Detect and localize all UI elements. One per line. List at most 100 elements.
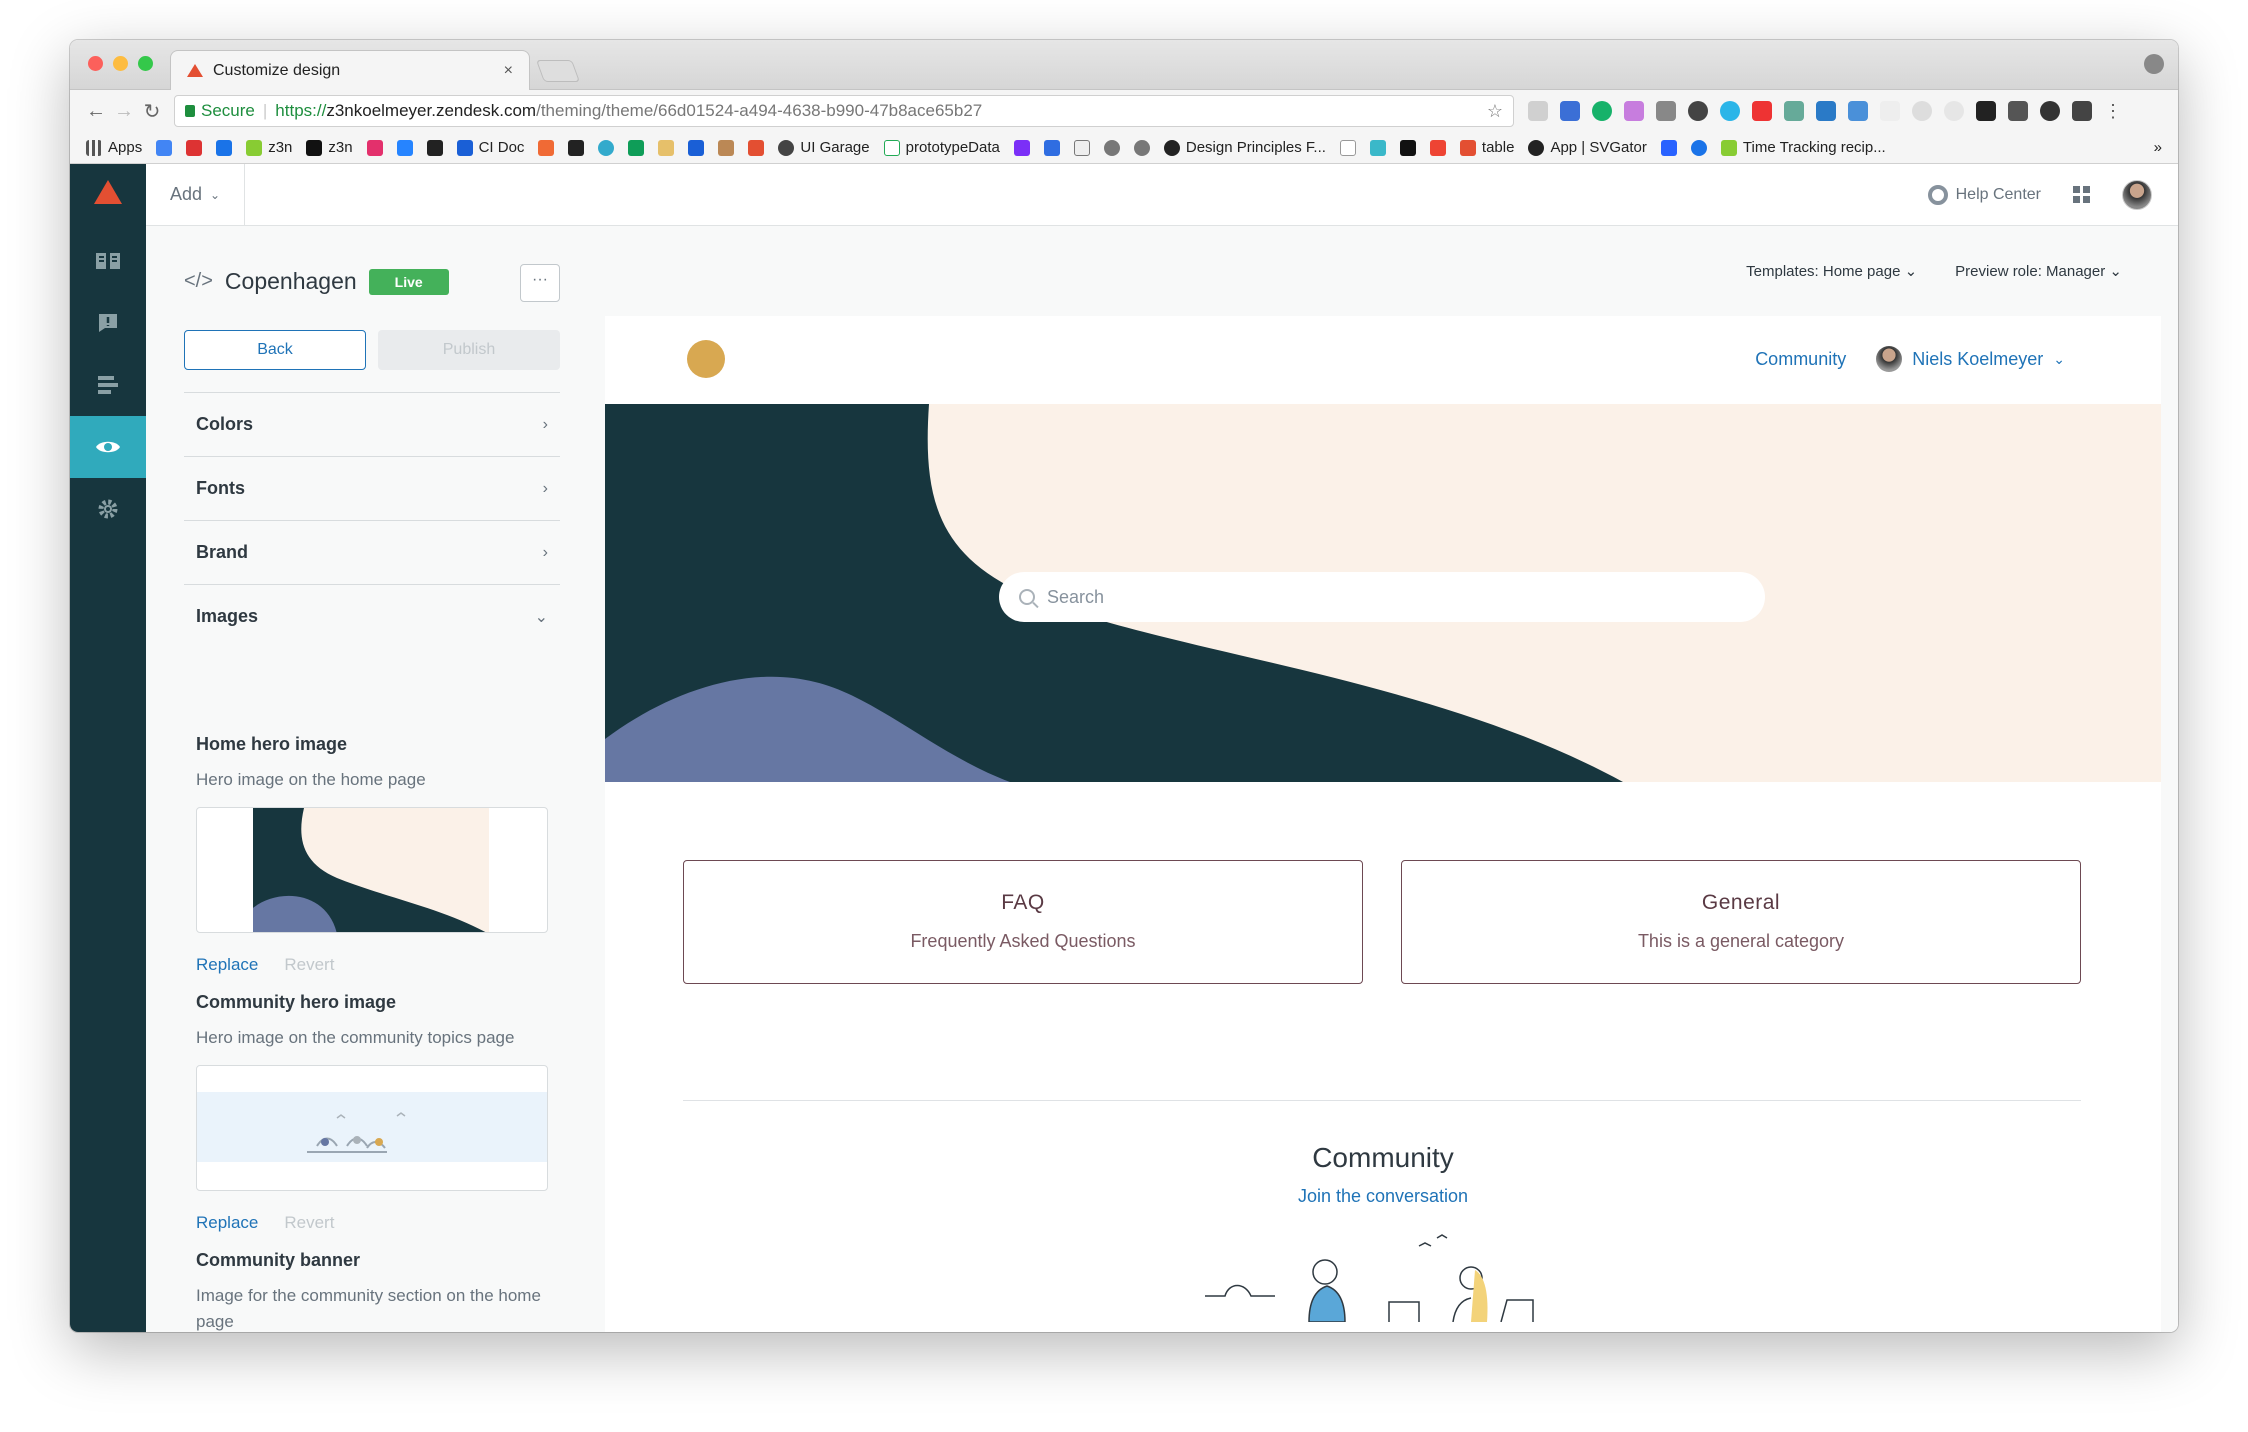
calendar-icon[interactable] — [216, 139, 233, 156]
trello-icon[interactable] — [426, 139, 443, 156]
site-logo[interactable] — [687, 340, 725, 378]
replace-link[interactable]: Replace — [196, 1213, 258, 1233]
new-tab-button[interactable] — [535, 60, 581, 82]
product-tray-icon[interactable] — [2073, 186, 2090, 203]
browser-menu-icon[interactable]: ⋮ — [2104, 101, 2122, 122]
accordion-images[interactable]: Images ⌄ — [184, 584, 560, 648]
extension-icon[interactable] — [598, 139, 615, 156]
accordion-brand[interactable]: Brand › — [184, 520, 560, 584]
tab-close-icon[interactable]: × — [504, 62, 513, 80]
user-menu[interactable]: Niels Koelmeyer ⌄ — [1876, 346, 2065, 372]
join-conversation-link[interactable]: Join the conversation — [605, 1186, 2161, 1207]
extension-icon[interactable] — [1043, 139, 1060, 156]
forward-arrow-icon[interactable]: → — [110, 100, 138, 123]
gmail-icon[interactable] — [186, 139, 203, 156]
apple-icon[interactable] — [1133, 139, 1150, 156]
grammarly-icon[interactable] — [1592, 101, 1612, 121]
extension-icon[interactable] — [1560, 101, 1580, 121]
settings-gear-icon[interactable] — [70, 478, 146, 540]
extension-icon[interactable] — [1073, 139, 1090, 156]
extension-icon[interactable] — [1784, 101, 1804, 121]
bookmark-ci-doc[interactable]: CI Doc — [456, 139, 524, 156]
moderation-icon[interactable] — [70, 292, 146, 354]
extension-icon[interactable] — [1688, 101, 1708, 121]
knowledge-base-icon[interactable] — [70, 230, 146, 292]
browser-tab[interactable]: Customize design × — [170, 50, 530, 90]
trello-icon[interactable] — [1816, 101, 1836, 121]
help-center-link[interactable]: Help Center — [1927, 184, 2041, 205]
bookmark-z3n[interactable]: z3n — [246, 139, 292, 156]
bookmark-star-icon[interactable]: ☆ — [1487, 101, 1503, 122]
extension-icon[interactable] — [1848, 101, 1868, 121]
user-avatar[interactable] — [2122, 179, 2152, 210]
accordion-colors[interactable]: Colors › — [184, 392, 560, 456]
apple-icon[interactable] — [1103, 139, 1120, 156]
arrange-content-icon[interactable] — [70, 354, 146, 416]
bookmark-svgator[interactable]: App | SVGator — [1528, 139, 1647, 156]
extension-icon[interactable] — [1880, 101, 1900, 121]
calendar-icon[interactable] — [1752, 101, 1772, 121]
back-arrow-icon[interactable]: ← — [82, 100, 110, 123]
zendesk-icon[interactable] — [748, 139, 765, 156]
preview-role-dropdown[interactable]: Preview role: Manager ⌄ — [1955, 262, 2122, 280]
replace-link[interactable]: Replace — [196, 955, 258, 975]
revert-link[interactable]: Revert — [284, 955, 334, 975]
extension-icon[interactable] — [2040, 101, 2060, 121]
publish-button[interactable]: Publish — [378, 330, 560, 370]
address-bar[interactable]: Secure | https://z3nkoelmeyer.zendesk.co… — [174, 95, 1514, 127]
bookmark-table[interactable]: table — [1459, 139, 1514, 156]
customize-design-icon[interactable] — [70, 416, 146, 478]
evernote-icon[interactable] — [2008, 101, 2028, 121]
bookmarks-overflow-icon[interactable]: » — [2154, 139, 2162, 156]
templates-dropdown[interactable]: Templates: Home page ⌄ — [1746, 262, 1917, 280]
extension-icon[interactable] — [718, 139, 735, 156]
bookmark-design-principles[interactable]: Design Principles F... — [1163, 139, 1326, 156]
camera-icon[interactable] — [1656, 101, 1676, 121]
extension-icon[interactable] — [1624, 101, 1644, 121]
extensions-row: ⋮ — [1528, 101, 2122, 122]
category-card-faq[interactable]: FAQ Frequently Asked Questions — [683, 860, 1363, 984]
community-nav-link[interactable]: Community — [1755, 349, 1846, 370]
extension-icon[interactable] — [568, 139, 585, 156]
dropbox-icon[interactable] — [688, 139, 705, 156]
confluence-icon[interactable] — [396, 139, 413, 156]
home-hero-image-setting: Home hero image Hero image on the home p… — [196, 734, 556, 975]
profile-icon[interactable] — [2144, 54, 2164, 74]
rocket-icon[interactable] — [2072, 101, 2092, 121]
bookmark-z3n-2[interactable]: z3n — [306, 139, 353, 156]
close-window-button[interactable] — [88, 56, 103, 71]
extension-icon[interactable] — [1399, 139, 1416, 156]
bookmark-apps[interactable]: Apps — [86, 139, 142, 156]
extension-icon[interactable] — [1660, 139, 1677, 156]
extension-icon[interactable] — [1690, 139, 1707, 156]
extension-icon[interactable] — [1369, 139, 1386, 156]
bookmark-time-tracking[interactable]: Time Tracking recip... — [1720, 139, 1886, 156]
search-input[interactable]: Search — [999, 572, 1765, 622]
category-card-general[interactable]: General This is a general category — [1401, 860, 2081, 984]
bookmark-ui-garage[interactable]: UI Garage — [778, 139, 870, 156]
pointer-icon[interactable] — [1976, 101, 1996, 121]
extension-icon[interactable] — [1912, 101, 1932, 121]
extension-icon[interactable] — [1720, 101, 1740, 121]
extension-icon[interactable] — [1429, 139, 1446, 156]
extension-icon[interactable] — [1013, 139, 1030, 156]
revert-link[interactable]: Revert — [284, 1213, 334, 1233]
reload-icon[interactable]: ↻ — [138, 99, 166, 124]
extension-icon[interactable] — [1944, 101, 1964, 121]
extension-icon[interactable] — [538, 139, 555, 156]
code-icon[interactable]: </> — [184, 270, 213, 293]
sheets-icon[interactable] — [628, 139, 645, 156]
accordion-fonts[interactable]: Fonts › — [184, 456, 560, 520]
extension-icon[interactable] — [1528, 101, 1548, 121]
add-button[interactable]: Add ⌄ — [146, 164, 246, 225]
extension-icon[interactable] — [658, 139, 675, 156]
minimize-window-button[interactable] — [113, 56, 128, 71]
document-icon[interactable] — [1339, 139, 1356, 156]
back-button[interactable]: Back — [184, 330, 366, 370]
more-options-button[interactable]: ··· — [520, 264, 560, 302]
zendesk-guide-logo[interactable] — [94, 180, 122, 204]
bookmark-prototypedata[interactable]: prototypeData — [883, 139, 1000, 156]
maximize-window-button[interactable] — [138, 56, 153, 71]
invision-icon[interactable] — [366, 139, 383, 156]
drive-icon[interactable] — [156, 139, 173, 156]
